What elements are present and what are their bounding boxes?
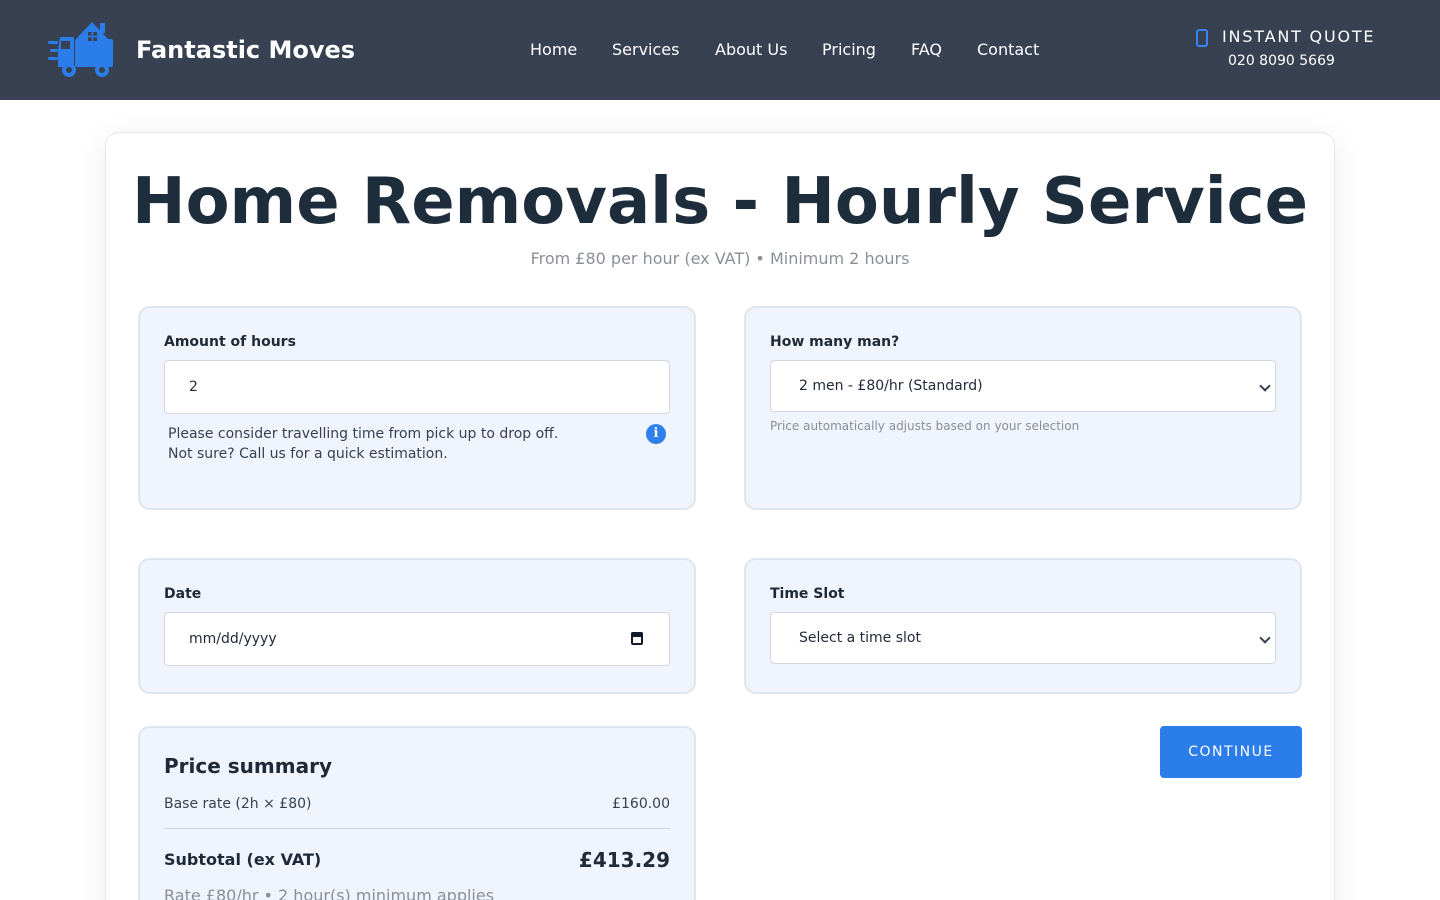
nav-item-home[interactable]: Home: [530, 38, 577, 62]
subtotal-label: Subtotal (ex VAT): [164, 850, 322, 869]
men-select[interactable]: 2 men - £80/hr (Standard): [770, 360, 1276, 412]
men-label: How many man?: [770, 334, 900, 350]
price-summary-title: Price summary: [164, 754, 332, 778]
instant-quote-label: INSTANT QUOTE: [1222, 27, 1376, 46]
nav-item-about-us[interactable]: About Us: [715, 38, 787, 62]
nav-item-pricing[interactable]: Pricing: [822, 38, 876, 62]
info-icon[interactable]: i: [646, 424, 666, 444]
moving-truck-house-icon[interactable]: [48, 17, 116, 79]
quote-phone-number[interactable]: 020 8090 5669: [1228, 51, 1335, 71]
phone-icon: [1196, 29, 1208, 47]
time-slot-label: Time Slot: [770, 586, 845, 602]
site-header: Fantastic Moves Home Services About Us P…: [0, 0, 1440, 100]
subtotal-value: £413.29: [578, 848, 670, 872]
date-panel: Date mm/dd/yyyy: [138, 558, 696, 694]
base-rate-label: Base rate (2h × £80): [164, 796, 312, 812]
time-slot-select[interactable]: Select a time slot: [770, 612, 1276, 664]
hours-help-text: Please consider travelling time from pic…: [168, 424, 558, 464]
hours-label: Amount of hours: [164, 334, 296, 350]
calendar-icon[interactable]: [631, 632, 643, 645]
men-selected-value: 2 men - £80/hr (Standard): [799, 378, 983, 394]
chevron-down-icon: [1259, 632, 1271, 644]
hours-help-line-1: Please consider travelling time from pic…: [168, 426, 559, 442]
date-input[interactable]: mm/dd/yyyy: [164, 612, 670, 666]
time-slot-selected-value: Select a time slot: [799, 630, 921, 646]
nav-item-contact[interactable]: Contact: [977, 38, 1039, 62]
nav-item-services[interactable]: Services: [612, 38, 679, 62]
chevron-down-icon: [1259, 380, 1271, 392]
hours-input[interactable]: 2: [164, 360, 670, 414]
men-price-note: Price automatically adjusts based on you…: [770, 419, 1080, 433]
continue-button[interactable]: CONTINUE: [1160, 726, 1302, 778]
date-placeholder: mm/dd/yyyy: [189, 631, 277, 647]
summary-divider: [164, 828, 670, 829]
brand-name[interactable]: Fantastic Moves: [136, 35, 355, 65]
price-summary-panel: Price summary Base rate (2h × £80) £160.…: [138, 726, 696, 900]
date-label: Date: [164, 586, 202, 602]
page-title: Home Removals - Hourly Service: [132, 165, 1308, 239]
hours-panel: Amount of hours 2 Please consider travel…: [138, 306, 696, 510]
page-subtitle: From £80 per hour (ex VAT) • Minimum 2 h…: [530, 249, 910, 268]
hours-value: 2: [189, 379, 198, 395]
rate-note: Rate £80/hr • 2 hour(s) minimum applies: [164, 886, 495, 900]
base-rate-value: £160.00: [612, 796, 670, 812]
time-slot-panel: Time Slot Select a time slot: [744, 558, 1302, 694]
men-panel: How many man? 2 men - £80/hr (Standard) …: [744, 306, 1302, 510]
instant-quote[interactable]: INSTANT QUOTE 020 8090 5669: [1194, 26, 1374, 76]
nav-item-faq[interactable]: FAQ: [911, 38, 942, 62]
hours-help-line-2: Not sure? Call us for a quick estimation…: [168, 446, 448, 462]
